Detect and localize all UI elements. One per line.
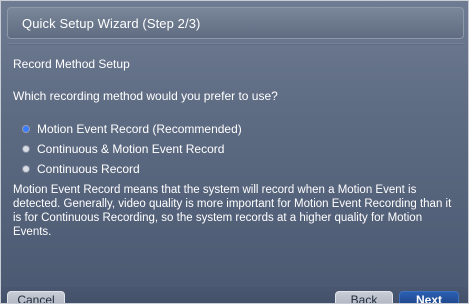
setup-wizard-dialog: Quick Setup Wizard (Step 2/3) Record Met… bbox=[0, 0, 469, 304]
cancel-button[interactable]: Cancel bbox=[7, 291, 65, 303]
radio-unselected-icon bbox=[23, 166, 29, 172]
option-label: Continuous Record bbox=[37, 162, 140, 176]
option-continuous-and-motion-event-record[interactable]: Continuous & Motion Event Record bbox=[23, 139, 242, 159]
divider bbox=[7, 43, 464, 45]
option-continuous-record[interactable]: Continuous Record bbox=[23, 159, 242, 179]
window-title: Quick Setup Wizard (Step 2/3) bbox=[22, 16, 201, 31]
back-button[interactable]: Back bbox=[335, 291, 393, 303]
radio-unselected-icon bbox=[23, 146, 29, 152]
recording-method-options: Motion Event Record (Recommended) Contin… bbox=[23, 119, 242, 179]
option-label: Motion Event Record (Recommended) bbox=[37, 122, 242, 136]
option-motion-event-record[interactable]: Motion Event Record (Recommended) bbox=[23, 119, 242, 139]
question-text: Which recording method would you prefer … bbox=[13, 89, 278, 103]
section-title: Record Method Setup bbox=[13, 57, 130, 71]
titlebar: Quick Setup Wizard (Step 2/3) bbox=[7, 7, 464, 39]
next-button[interactable]: Next bbox=[399, 291, 459, 303]
option-label: Continuous & Motion Event Record bbox=[37, 142, 225, 156]
radio-selected-icon bbox=[23, 126, 29, 132]
description-text: Motion Event Record means that the syste… bbox=[13, 184, 452, 238]
